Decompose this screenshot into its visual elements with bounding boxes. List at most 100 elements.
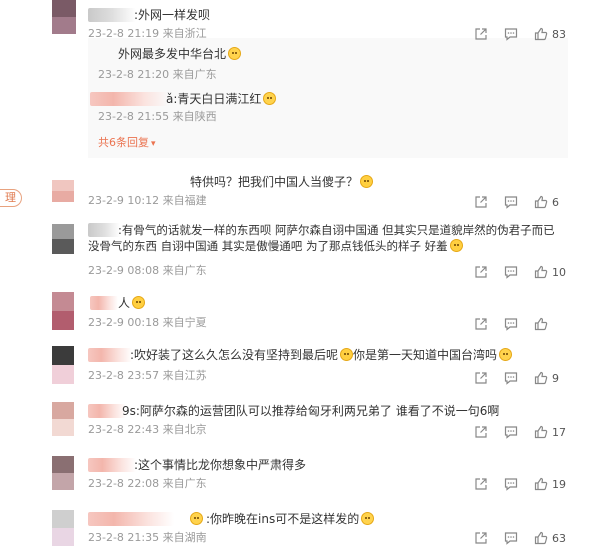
emoji-icon <box>499 348 513 361</box>
share-button[interactable] <box>474 371 488 385</box>
like-button[interactable]: 63 <box>534 531 566 545</box>
avatar[interactable] <box>52 292 74 330</box>
comment-icon <box>504 266 518 279</box>
comment-text: 特供吗？把我们中国人当傻子？ <box>190 174 374 190</box>
reply-text: ǎ:青天白日满江红 <box>166 91 277 107</box>
comment-icon <box>504 532 518 545</box>
comment-actions <box>474 316 552 332</box>
comment-button[interactable] <box>504 195 518 209</box>
more-replies-link[interactable]: 共6条回复 ▾ <box>98 136 156 151</box>
comment-actions: 10 <box>474 264 566 280</box>
comment-button[interactable] <box>504 477 518 491</box>
like-button[interactable]: 6 <box>534 195 559 209</box>
comment-icon <box>504 478 518 491</box>
comment-text: 9s:阿萨尔森的运营团队可以推荐给匈牙利两兄弟了 谁看了不说一句6啊 <box>122 404 500 418</box>
like-button[interactable] <box>534 317 552 331</box>
username-blurred[interactable] <box>88 512 174 526</box>
username-blurred[interactable] <box>88 348 132 362</box>
username-blurred[interactable] <box>88 404 126 418</box>
avatar[interactable] <box>52 402 74 436</box>
comment-actions: 6 <box>474 194 559 210</box>
share-button[interactable] <box>474 265 488 279</box>
comment-button[interactable] <box>504 317 518 331</box>
comment-button[interactable] <box>504 531 518 545</box>
comment-icon <box>504 372 518 385</box>
share-button[interactable] <box>474 531 488 545</box>
comment-button[interactable] <box>504 265 518 279</box>
thumbs-up-icon <box>534 531 548 545</box>
like-count: 83 <box>552 27 566 41</box>
comment-text: 人 <box>118 295 146 311</box>
username-blurred[interactable] <box>90 296 118 310</box>
share-button[interactable] <box>474 425 488 439</box>
like-count: 63 <box>552 531 566 545</box>
comment-icon <box>504 426 518 439</box>
thumbs-up-icon <box>534 265 548 279</box>
comment-meta: 23-2-8 23:57 来自江苏 <box>88 369 207 382</box>
emoji-icon <box>132 296 146 309</box>
comment-button[interactable] <box>504 371 518 385</box>
thumbs-up-icon <box>534 317 548 331</box>
comment-icon <box>504 28 518 41</box>
avatar[interactable] <box>52 0 76 34</box>
reply-meta: 23-2-8 21:55 来自陕西 <box>98 110 217 123</box>
share-icon <box>475 266 487 278</box>
comment-text: :这个事情比龙你想象中严肃得多 <box>134 458 307 472</box>
comment-actions: 17 <box>474 424 566 440</box>
share-button[interactable] <box>474 195 488 209</box>
comment-meta: 23-2-9 10:12 来自福建 <box>88 194 207 207</box>
share-button[interactable] <box>474 27 488 41</box>
thumbs-up-icon <box>534 477 548 491</box>
comment-button[interactable] <box>504 425 518 439</box>
avatar[interactable] <box>52 180 74 202</box>
like-button[interactable]: 17 <box>534 425 566 439</box>
like-count: 9 <box>552 371 559 385</box>
thumbs-up-icon <box>534 371 548 385</box>
comment-actions: 9 <box>474 370 559 386</box>
username-blurred[interactable] <box>88 8 136 22</box>
emoji-icon <box>361 512 375 525</box>
reply-text: 外网最多发中华台北 <box>118 46 242 62</box>
comment-meta: 23-2-8 22:43 来自北京 <box>88 423 207 436</box>
comment-meta: 23-2-9 08:08 来自广东 <box>88 264 207 277</box>
avatar[interactable] <box>52 510 74 546</box>
reply-list: 外网最多发中华台北 23-2-8 21:20 来自广东 ǎ:青天白日满江红 23… <box>88 38 568 158</box>
username-blurred[interactable] <box>90 92 168 106</box>
avatar[interactable] <box>52 224 74 254</box>
comment-button[interactable] <box>504 27 518 41</box>
thumbs-up-icon <box>534 425 548 439</box>
like-button[interactable]: 10 <box>534 265 566 279</box>
like-button[interactable]: 9 <box>534 371 559 385</box>
emoji-icon <box>190 512 203 525</box>
share-icon <box>475 426 487 438</box>
username-blurred[interactable] <box>88 458 136 472</box>
avatar[interactable] <box>52 346 74 384</box>
avatar[interactable] <box>52 456 74 490</box>
share-icon <box>475 478 487 490</box>
comment-actions: 83 <box>474 26 566 42</box>
thumbs-up-icon <box>534 195 548 209</box>
reply-meta: 23-2-8 21:20 来自广东 <box>98 68 217 81</box>
like-count: 19 <box>552 477 566 491</box>
emoji-icon <box>228 47 242 60</box>
comment-meta: 23-2-9 00:18 来自宁夏 <box>88 316 207 329</box>
comment-text: :外网一样发呗 <box>134 8 211 22</box>
chevron-down-icon: ▾ <box>151 139 156 149</box>
emoji-icon <box>263 92 277 105</box>
comment-icon <box>504 318 518 331</box>
comment-meta: 23-2-8 22:08 来自广东 <box>88 477 207 490</box>
comment-actions: 63 <box>474 530 566 546</box>
like-button[interactable]: 83 <box>534 27 566 41</box>
like-button[interactable]: 19 <box>534 477 566 491</box>
share-icon <box>475 532 487 544</box>
share-icon <box>475 372 487 384</box>
share-button[interactable] <box>474 317 488 331</box>
like-count: 10 <box>552 265 566 279</box>
share-icon <box>475 196 487 208</box>
comment-meta: 23-2-8 21:35 来自湖南 <box>88 531 207 544</box>
emoji-icon <box>360 175 374 188</box>
comment-text: :有骨气的话就发一样的东西呗 阿萨尔森自诩中国通 但其实只是道貌岸然的伪君子而已… <box>88 223 555 253</box>
comment-actions: 19 <box>474 476 566 492</box>
share-button[interactable] <box>474 477 488 491</box>
comment-icon <box>504 196 518 209</box>
